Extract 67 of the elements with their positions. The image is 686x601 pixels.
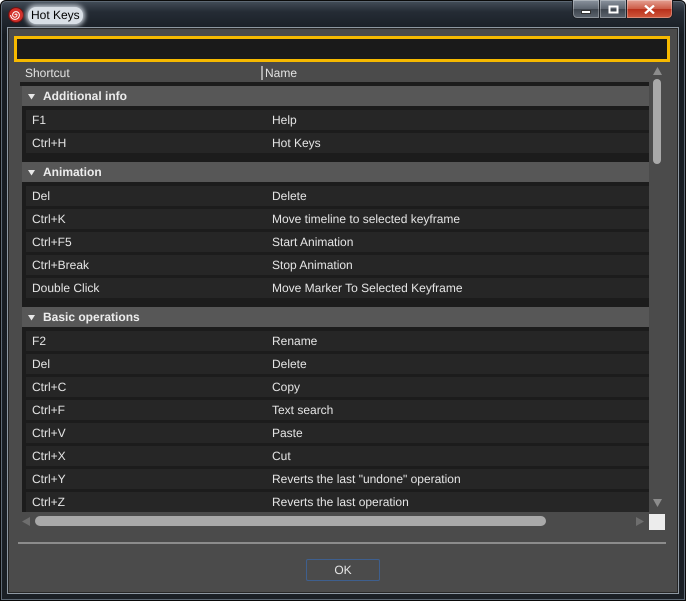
scroll-right-arrow-icon[interactable] (636, 516, 644, 526)
input-field[interactable] (14, 36, 670, 62)
table-cell-text: Ctrl+K (31, 212, 67, 226)
table-cell-text: Ctrl+Z (31, 495, 66, 509)
table-cell-text: Ctrl+F5 (31, 235, 73, 249)
table-cell-text: Ctrl+F (31, 403, 66, 417)
table-cell-text: Ctrl+C (31, 380, 68, 394)
table-cell-text: Rename (271, 334, 318, 348)
scroll-thumb[interactable] (653, 79, 661, 164)
shortcut-row[interactable]: Ctrl+Y Reverts the last "undone" operation (26, 469, 649, 489)
table-cell-text: Reverts the last "undone" operation (271, 472, 462, 486)
table-cell-text: Reverts the last operation (271, 495, 410, 509)
shortcut-row[interactable]: F1 Help (26, 110, 649, 130)
table-cell-text: Ctrl+X (31, 449, 67, 463)
table-cell-text: Start Animation (271, 235, 354, 249)
table-cell-text: Delete (271, 357, 308, 371)
maximize-icon (608, 4, 618, 14)
shortcut-row[interactable]: Ctrl+F Text search (26, 400, 649, 420)
table-cell-text: Hot Keys (271, 136, 322, 150)
table-cell-text: F2 (31, 334, 48, 348)
maximize-button[interactable] (600, 0, 627, 19)
shortcut-row[interactable]: Double Click Move Marker To Selected Keyframe (26, 278, 649, 298)
scrollbar-corner (649, 514, 665, 530)
shortcut-row[interactable]: Ctrl+F5 Start Animation (26, 232, 649, 252)
group-header[interactable]: Additional info (22, 86, 649, 106)
shortcut-row[interactable]: Ctrl+K Move timeline to selected keyframe (26, 209, 649, 229)
table-cell-text: Move Marker To Selected Keyframe (271, 281, 464, 295)
shortcut-row[interactable]: Ctrl+V Paste (26, 423, 649, 443)
scroll-left-arrow-icon[interactable] (22, 516, 30, 526)
spiral-icon (8, 7, 24, 23)
table-cell-text: Double Click (31, 281, 100, 295)
window-title: Hot Keys (28, 7, 83, 24)
table-cell-text: Ctrl+H (31, 136, 68, 150)
table-cell-text: Ctrl+Break (31, 258, 90, 272)
shortcut-row[interactable]: Ctrl+H Hot Keys (26, 133, 649, 153)
table-cell-text: Cut (271, 449, 292, 463)
shortcut-row[interactable]: Del Delete (26, 354, 649, 374)
shortcut-row[interactable]: Ctrl+C Copy (26, 377, 649, 397)
table-cell-text: Ctrl+Y (31, 472, 67, 486)
shortcut-row[interactable]: Ctrl+X Cut (26, 446, 649, 466)
table-cell-text: Copy (271, 380, 302, 394)
minimize-icon (581, 10, 591, 14)
table-cell-text: Delete (271, 189, 308, 203)
table-cell-text: Stop Animation (271, 258, 354, 272)
table-cell-text: F1 (31, 113, 48, 127)
minimize-button[interactable] (572, 0, 600, 19)
shortcut-row[interactable]: Ctrl+Break Stop Animation (26, 255, 649, 275)
scroll-down-arrow-icon[interactable] (652, 499, 662, 507)
shortcut-row[interactable]: Ctrl+Z Reverts the last operation (26, 492, 649, 512)
column-header[interactable]: Name (261, 66, 298, 80)
table-cell-text: Text search (271, 403, 334, 417)
ok-button[interactable]: OK (306, 559, 380, 581)
scroll-up-arrow-icon[interactable] (652, 67, 662, 75)
table-cell-text: Help (271, 113, 298, 127)
shortcut-row[interactable]: F2 Rename (26, 331, 649, 351)
column-header[interactable]: Shortcut (20, 66, 261, 80)
table-cell-text: Del (31, 357, 52, 371)
group-header[interactable]: Animation (22, 162, 649, 182)
table-cell-text: Del (31, 189, 52, 203)
table-cell-text: Paste (271, 426, 304, 440)
close-icon (644, 4, 655, 14)
table-cell-text: Move timeline to selected keyframe (271, 212, 462, 226)
table-cell-text: Ctrl+V (31, 426, 67, 440)
group-header[interactable]: Basic operations (22, 307, 649, 327)
close-button[interactable] (627, 0, 673, 19)
scroll-thumb[interactable] (35, 516, 546, 526)
shortcut-row[interactable]: Del Delete (26, 186, 649, 206)
